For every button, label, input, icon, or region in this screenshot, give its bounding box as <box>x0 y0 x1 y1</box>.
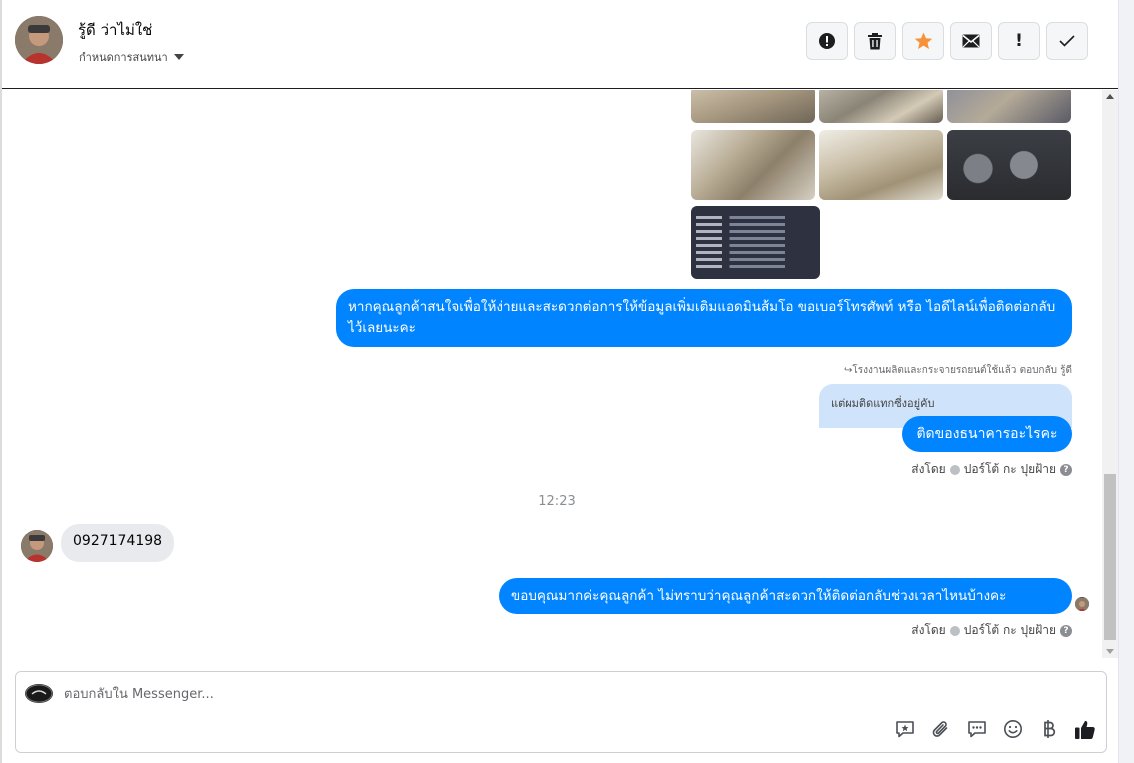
star-button[interactable] <box>902 22 944 60</box>
incoming-message[interactable]: 0927174198 <box>61 524 175 562</box>
car-photo-thumbnail[interactable] <box>947 90 1071 123</box>
scroll-down-arrow-icon[interactable] <box>1106 649 1114 654</box>
messenger-inbox-window: รู้ดี ว่าไม่ใช่ กำหนดการสนทนา ! หากคุณลู… <box>0 0 1134 763</box>
conversation-settings-label: กำหนดการสนทนา <box>79 51 168 64</box>
agent-badge-icon <box>949 464 960 475</box>
star-icon <box>914 32 932 49</box>
scroll-thumb[interactable] <box>1104 474 1116 640</box>
exclamation-icon: ! <box>1015 31 1023 51</box>
spec-line <box>696 258 815 261</box>
envelope-icon <box>962 34 980 48</box>
baht-icon <box>1044 720 1056 738</box>
thumbs-up-icon <box>1075 720 1095 739</box>
car-photo-thumbnail[interactable] <box>819 90 943 123</box>
sent-by-name[interactable]: ปอร์โต้ กะ ปุยฝ้าย <box>964 460 1056 479</box>
quick-replies-button[interactable] <box>966 718 988 740</box>
conversation-header: รู้ดี ว่าไม่ใช่ กำหนดการสนทนา ! <box>2 0 1118 89</box>
like-button[interactable] <box>1074 718 1096 740</box>
sent-by-prefix: ส่งโดย <box>911 462 946 476</box>
conversation-toolbar: ! <box>806 22 1088 60</box>
caret-down-icon <box>173 54 184 60</box>
sent-by-prefix: ส่งโดย <box>911 623 946 637</box>
spec-line <box>696 216 815 219</box>
car-photo-thumbnail[interactable] <box>691 130 815 200</box>
car-photo-thumbnail[interactable] <box>819 130 943 200</box>
saved-reply-icon <box>896 721 914 738</box>
spec-line <box>696 244 815 247</box>
right-panel-edge <box>1118 0 1134 763</box>
composer-toolbar <box>894 718 1096 740</box>
contact-avatar[interactable] <box>15 16 63 64</box>
car-spec-sheet-image[interactable] <box>691 206 820 279</box>
mark-done-button[interactable] <box>1046 22 1088 60</box>
reply-context-label: ↪โรงงานผลิตและกระจายรถยนต์ใช้แล้ว ตอบกลั… <box>844 365 1072 376</box>
attach-file-button[interactable] <box>930 718 952 740</box>
outgoing-message[interactable]: ขอบคุณมากค่ะคุณลูกค้า ไม่ทราบว่าคุณลูกค้… <box>499 578 1072 614</box>
spec-line <box>696 237 815 240</box>
spec-line <box>696 265 815 268</box>
page-logo-avatar <box>25 684 53 703</box>
message-thread[interactable]: หากคุณลูกค้าสนใจเพื่อให้ง่ายและสะดวกต่อก… <box>2 90 1102 658</box>
spec-line <box>696 251 815 254</box>
sent-by-label: ส่งโดย ปอร์โต้ กะ ปุยฝ้าย ? <box>911 621 1072 640</box>
payment-button[interactable] <box>1038 718 1060 740</box>
scroll-up-arrow-icon[interactable] <box>1106 94 1114 99</box>
contact-avatar-small <box>21 530 53 562</box>
saved-replies-button[interactable] <box>894 718 916 740</box>
message-timestamp: 12:23 <box>538 494 576 509</box>
agent-badge-icon <box>949 625 960 636</box>
conversation-settings-dropdown[interactable]: กำหนดการสนทนา <box>79 48 184 66</box>
reply-input[interactable] <box>64 682 1064 706</box>
quick-reply-icon <box>968 721 986 738</box>
alert-circle-icon <box>819 33 835 49</box>
outgoing-message[interactable]: ติดของธนาคารอะไรคะ <box>902 416 1072 452</box>
delete-button[interactable] <box>854 22 896 60</box>
emoji-button[interactable] <box>1002 718 1024 740</box>
spec-line <box>696 230 815 233</box>
help-icon[interactable]: ? <box>1060 463 1072 476</box>
seen-indicator-avatar <box>1075 597 1089 611</box>
spec-line <box>696 223 815 226</box>
trash-icon <box>868 32 882 49</box>
car-photo-thumbnail[interactable] <box>691 90 815 123</box>
mark-spam-button[interactable] <box>806 22 848 60</box>
flag-follow-up-button[interactable]: ! <box>998 22 1040 60</box>
help-icon[interactable]: ? <box>1060 624 1072 637</box>
car-photo-thumbnail[interactable] <box>947 130 1071 200</box>
checkmark-icon <box>1059 35 1075 47</box>
thread-scrollbar[interactable] <box>1102 90 1118 658</box>
sent-by-name[interactable]: ปอร์โต้ กะ ปุยฝ้าย <box>964 621 1056 640</box>
mark-unread-button[interactable] <box>950 22 992 60</box>
contact-name[interactable]: รู้ดี ว่าไม่ใช่ <box>78 18 152 42</box>
sent-by-label: ส่งโดย ปอร์โต้ กะ ปุยฝ้าย ? <box>911 460 1072 479</box>
attachment-icon <box>932 721 948 737</box>
emoji-icon <box>1004 720 1022 738</box>
outgoing-message[interactable]: หากคุณลูกค้าสนใจเพื่อให้ง่ายและสะดวกต่อก… <box>336 289 1072 347</box>
reply-composer <box>15 671 1107 753</box>
